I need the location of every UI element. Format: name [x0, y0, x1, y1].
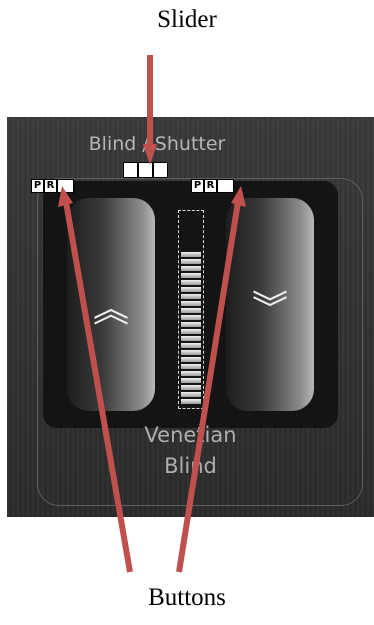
slider-segment: [181, 385, 201, 390]
slider-segment: [181, 301, 201, 306]
slider-segment: [181, 336, 201, 341]
slider-segment: [181, 294, 201, 299]
double-chevron-up-icon: ︽: [92, 289, 129, 330]
slider-segment: [181, 266, 201, 271]
slider-segment: [181, 322, 201, 327]
slider-segment: [181, 287, 201, 292]
slider-segment: [181, 315, 201, 320]
blank-indicator: [57, 179, 74, 193]
slider-annotation-label: Slider: [157, 6, 217, 33]
blank-indicator: [217, 179, 234, 193]
slider-segment: [181, 357, 201, 362]
slider-segment: [181, 280, 201, 285]
slider-segment: [181, 399, 201, 404]
double-chevron-down-icon: ︾: [251, 289, 288, 330]
r-indicator: R: [44, 179, 57, 193]
slider-segment: [181, 273, 201, 278]
blind-shutter-widget: Blind / Shutter P R P R ︽ ︾ Venetian Bli…: [7, 117, 374, 517]
slider-segment: [181, 371, 201, 376]
blind-down-button[interactable]: ︾: [226, 198, 314, 411]
slider-value-cells: [123, 162, 168, 178]
slider-segment: [181, 350, 201, 355]
blind-up-button[interactable]: ︽: [67, 198, 155, 411]
slider-segment: [181, 392, 201, 397]
slider-segment: [181, 252, 201, 257]
slider-fill: [181, 252, 201, 406]
blind-position-slider[interactable]: [178, 210, 204, 409]
slider-cell: [138, 162, 153, 178]
slider-segment: [181, 343, 201, 348]
up-button-pr-indicators: P R: [31, 179, 74, 193]
p-indicator: P: [31, 179, 44, 193]
slider-segment: [181, 378, 201, 383]
slider-segment: [181, 308, 201, 313]
slider-cell: [153, 162, 168, 178]
slider-segment: [181, 259, 201, 264]
down-button-pr-indicators: P R: [191, 179, 234, 193]
widget-title: Blind / Shutter: [88, 133, 226, 155]
slider-segment: [181, 364, 201, 369]
widget-name-line2: Blind: [164, 454, 217, 478]
slider-cell: [123, 162, 138, 178]
slider-segment: [181, 329, 201, 334]
p-indicator: P: [191, 179, 204, 193]
widget-name-line1: Venetian: [144, 423, 237, 447]
buttons-annotation-label: Buttons: [148, 584, 226, 611]
r-indicator: R: [204, 179, 217, 193]
